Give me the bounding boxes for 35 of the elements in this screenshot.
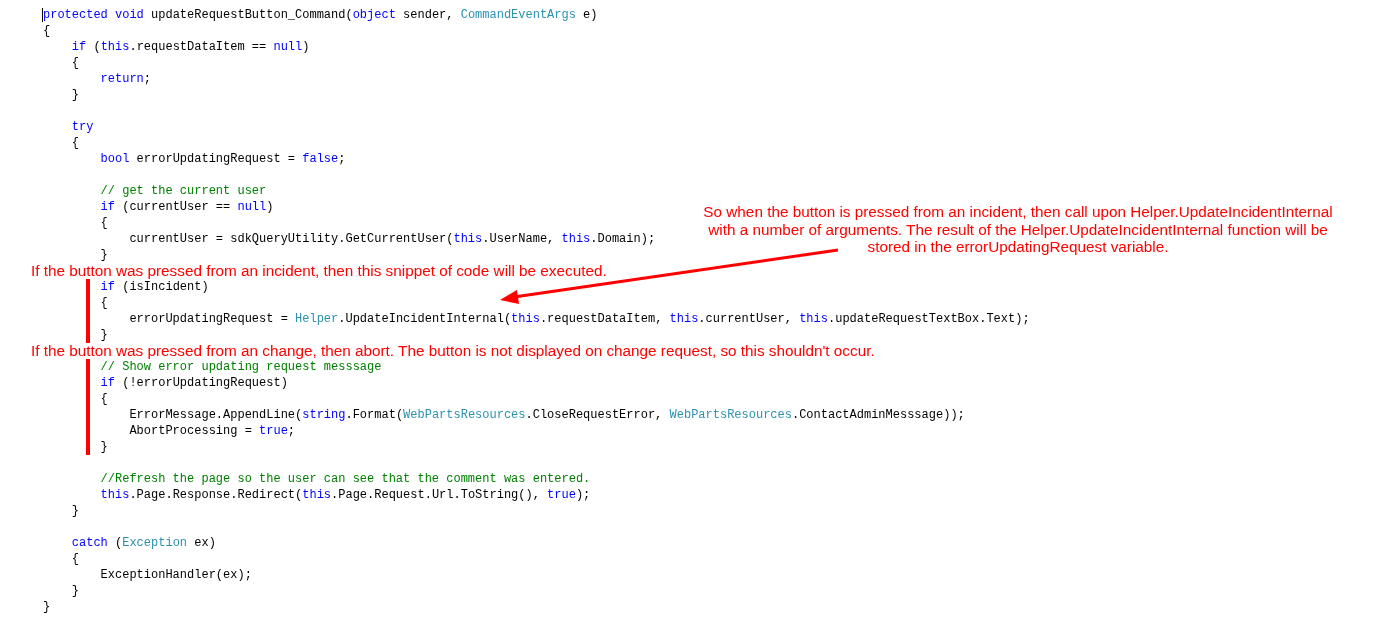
code-line: //Refresh the page so the user can see that the comment was entered. [99, 471, 591, 487]
code-line: { [99, 295, 108, 311]
code-line: } [43, 599, 51, 615]
code-line: if (isIncident) [99, 279, 209, 295]
code-line: { [99, 215, 108, 231]
code-line: AbortProcessing = true; [128, 423, 296, 439]
code-line: // Show error updating request messsage [99, 359, 382, 375]
code-line: } [70, 583, 79, 599]
code-line: currentUser = sdkQueryUtility.GetCurrentUser(this.UserName, this.Domain); [128, 231, 656, 247]
code-line: return; [99, 71, 152, 87]
code-line: } [99, 327, 108, 343]
code-line: if (!errorUpdatingRequest) [99, 375, 288, 391]
code-line: catch (Exception ex) [70, 535, 216, 551]
code-line: bool errorUpdatingRequest = false; [99, 151, 346, 167]
code-line: } [99, 439, 108, 455]
code-line: } [70, 87, 79, 103]
annotation-note: If the button was pressed from an incident, then this snippet of code will be executed. [31, 263, 607, 279]
code-line: { [70, 135, 79, 151]
code-line: { [43, 23, 51, 39]
code-line: errorUpdatingRequest = Helper.UpdateIncidentInternal(this.requestDataItem, this.currentUser, this.updateRequestTextBox.Text); [128, 311, 1030, 327]
code-line: protected void updateRequestButton_Command(object sender, CommandEventArgs e) [43, 7, 598, 23]
annotation-text: So when the button is pressed from an incident, then call upon Helper.UpdateIncidentInternal with a number of arguments. The result of the Helper.UpdateIncidentInternal function will be stored in the errorUpdatingRequest variable. [702, 203, 1334, 256]
code-line: { [99, 391, 108, 407]
code-line: { [70, 551, 79, 567]
code-line: // get the current user [99, 183, 267, 199]
code-line: try [70, 119, 94, 135]
code-line: { [70, 55, 79, 71]
code-line: this.Page.Response.Redirect(this.Page.Request.Url.ToString(), true); [99, 487, 591, 503]
annotation-note: If the button was pressed from an change, then abort. The button is not displayed on change request, so this shouldn't occur. [31, 343, 875, 359]
code-line: } [99, 247, 108, 263]
code-line: if (currentUser == null) [99, 199, 274, 215]
code-line: ExceptionHandler(ex); [99, 567, 252, 583]
code-line: ErrorMessage.AppendLine(string.Format(WebPartsResources.CloseRequestError, WebPartsResources.ContactAdminMesssage)); [128, 407, 965, 423]
code-line: } [70, 503, 79, 519]
code-line: if (this.requestDataItem == null) [70, 39, 310, 55]
